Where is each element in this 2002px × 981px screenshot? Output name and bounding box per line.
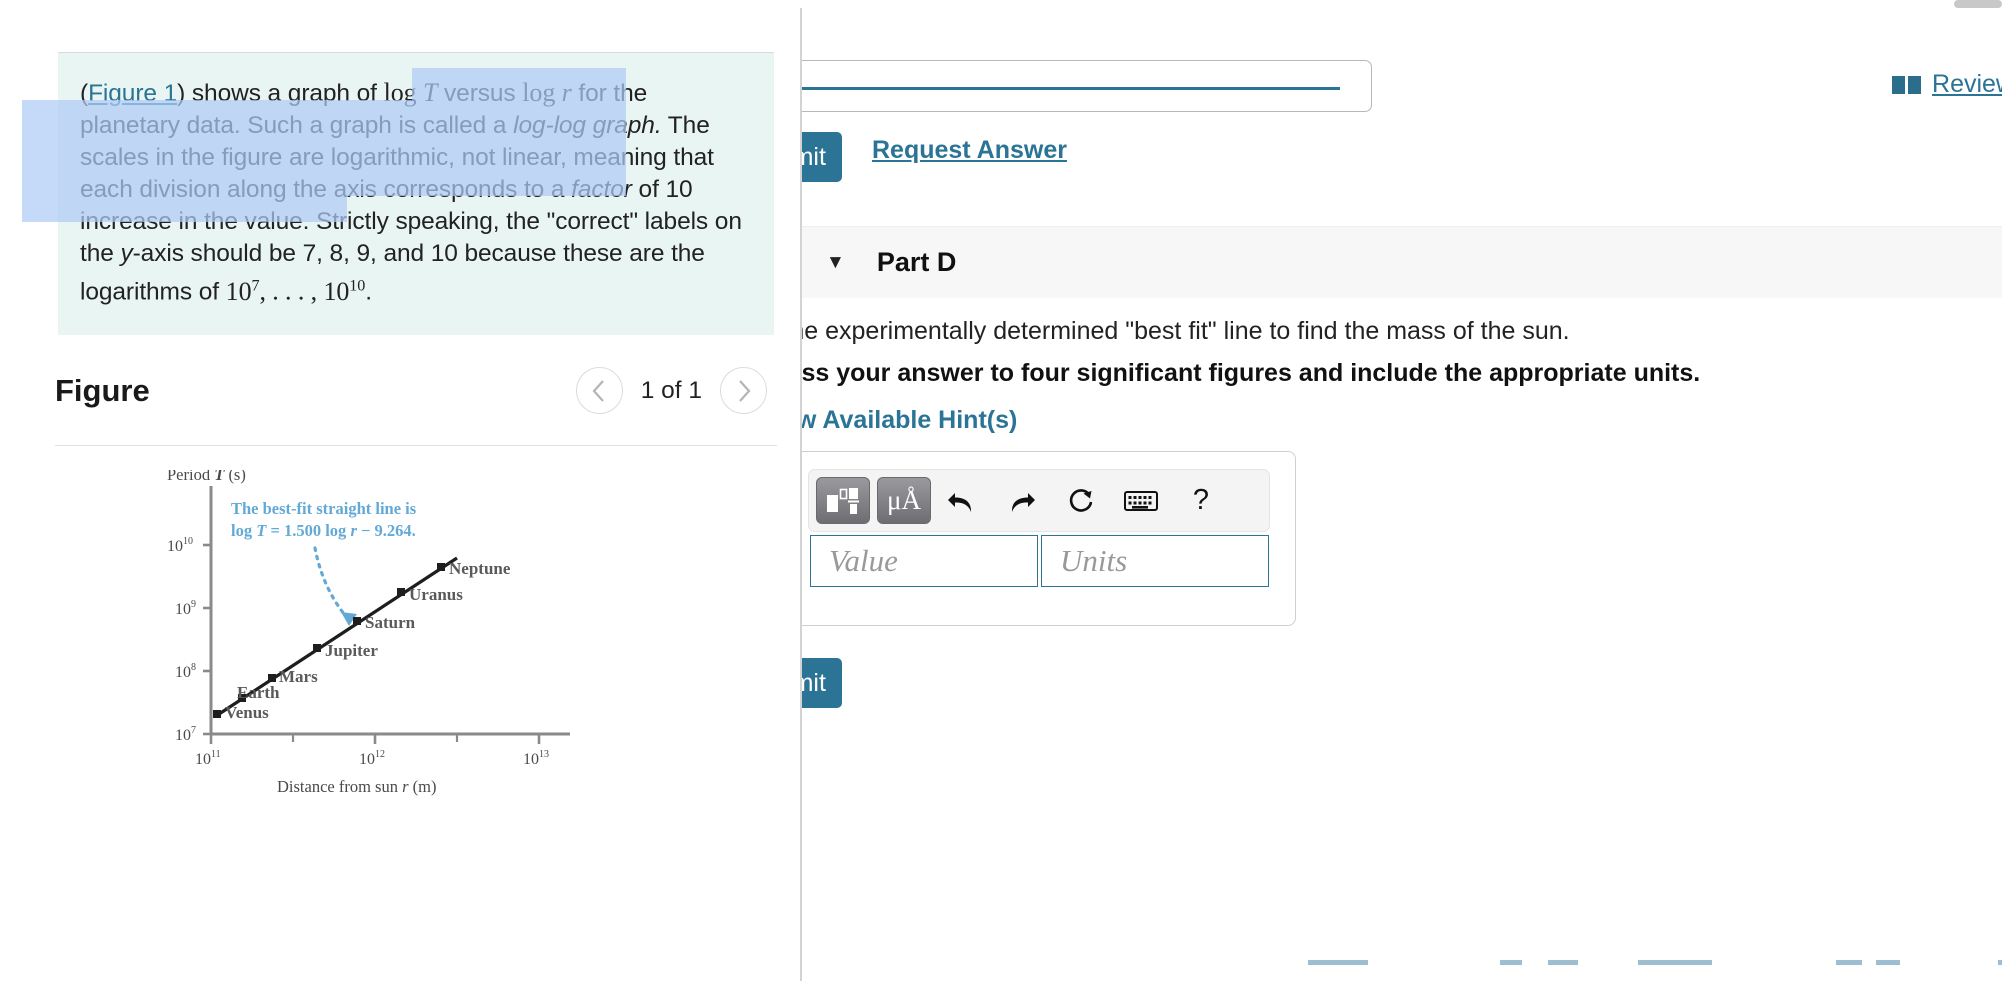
previous-answer-box[interactable] [802, 60, 1372, 112]
undo-icon [947, 492, 971, 512]
annotation-arrow [313, 546, 351, 622]
hint-period: . [365, 278, 372, 306]
figure-page-count: 1 of 1 [640, 376, 702, 404]
part-d-header[interactable]: ▼ Part D [802, 226, 2002, 298]
y-tick-1e7: 107 [175, 725, 196, 744]
label-uranus: Uranus [409, 585, 463, 604]
label-venus: Venus [225, 703, 269, 722]
hint-emphasis-factor: factor [571, 176, 632, 203]
x-tick-1e11: 1011 [195, 749, 221, 768]
y-tick-1e9: 109 [175, 599, 196, 618]
request-answer-link[interactable]: Request Answer [872, 136, 1067, 165]
data-point-mars [268, 674, 276, 682]
log-log-chart: 107 108 109 1010 1011 1012 1013 Period T… [165, 470, 585, 800]
units-button[interactable]: μÅ [877, 477, 931, 524]
data-point-jupiter [313, 644, 321, 652]
chevron-right-icon [739, 379, 751, 402]
reset-button[interactable] [1051, 477, 1111, 524]
paren-open: ( [80, 80, 89, 107]
y-axis-title: Period T (s) [167, 470, 246, 484]
label-mars: Mars [279, 667, 318, 686]
review-label: Review [1932, 70, 2002, 98]
label-neptune: Neptune [449, 559, 511, 578]
units-input[interactable]: Units [1041, 535, 1269, 587]
figure-next-button[interactable] [720, 367, 767, 414]
review-link[interactable]: Review [1892, 70, 2002, 99]
figure-1-link[interactable]: Figure 1 [88, 80, 177, 107]
hint-paragraph: (Figure 1) shows a graph of log T versus… [80, 77, 752, 309]
chevron-left-icon [592, 379, 604, 402]
left-figure-panel: (Figure 1) shows a graph of log T versus… [0, 8, 800, 981]
redo-button[interactable] [991, 477, 1051, 524]
hint-emphasis-y: y [120, 240, 133, 267]
y-tick-1e8: 108 [175, 662, 196, 681]
part-d-instruction: Express your answer to four significant … [802, 359, 1701, 387]
keyboard-button[interactable] [1111, 477, 1171, 524]
chart-svg: 107 108 109 1010 1011 1012 1013 Period T… [167, 470, 570, 796]
fit-annotation-line2: log T = 1.500 log r − 9.264. [231, 521, 416, 540]
label-earth: Earth [237, 683, 280, 702]
math-template-button[interactable] [816, 477, 870, 524]
right-question-panel: Review Submit Request Answer ▼ Part D Us… [802, 8, 2002, 981]
label-saturn: Saturn [365, 613, 416, 632]
submit-button-part-c[interactable]: Submit [802, 132, 842, 182]
part-d-question: Use the experimentally determined "best … [802, 317, 1570, 345]
help-icon: ? [1192, 484, 1210, 516]
figure-prev-button[interactable] [575, 367, 623, 414]
math-ten-seven: 107 [225, 276, 260, 306]
data-point-uranus [397, 588, 405, 596]
redo-icon [1011, 492, 1035, 512]
x-tick-1e13: 1013 [523, 749, 549, 768]
value-placeholder: Value [829, 543, 898, 578]
fit-annotation-line1: The best-fit straight line is [231, 499, 417, 518]
math-ellipsis: , . . . , [259, 276, 324, 306]
hint-emphasis-loglog: log-log graph. [513, 112, 662, 139]
math-template-icon [824, 484, 862, 518]
value-input[interactable]: Value [810, 535, 1038, 587]
math-log-r: log r [522, 78, 572, 107]
help-button[interactable]: ? [1171, 477, 1231, 524]
units-placeholder: Units [1060, 543, 1128, 578]
window-scrollbar[interactable] [0, 0, 2002, 8]
units-icon: μÅ [887, 485, 921, 515]
math-log-t: log T [383, 78, 438, 107]
keyboard-icon [1124, 490, 1158, 511]
answer-toolbar: μÅ ? [808, 469, 1270, 532]
math-ten-ten: 1010 [323, 276, 366, 306]
bottom-cutoff-row [802, 960, 2002, 981]
x-axis-title: Distance from sun r (m) [277, 777, 436, 796]
figure-divider [55, 445, 777, 446]
data-point-saturn [353, 617, 361, 625]
data-point-neptune [437, 563, 445, 571]
data-point-venus [213, 710, 221, 718]
x-tick-1e12: 1012 [359, 749, 385, 768]
hint-versus: versus [437, 80, 523, 107]
book-icon [1892, 75, 1922, 94]
hint-text-5: -axis should be 7, 8, 9, and 10 because … [80, 240, 705, 306]
view-hints-label: View Available Hint(s) [802, 406, 1018, 434]
part-d-title: Part D [876, 247, 957, 277]
reset-icon [1069, 488, 1093, 512]
answer-entry-box: μÅ ? Value Units [802, 451, 1296, 626]
figure-pager: 1 of 1 [575, 367, 767, 414]
scrollbar-thumb[interactable] [1954, 0, 2002, 8]
figure-title: Figure [55, 373, 150, 408]
hint-text-1: ) shows a graph of [177, 80, 384, 107]
caret-down-icon[interactable]: ▼ [826, 253, 845, 272]
undo-button[interactable] [931, 477, 991, 524]
previous-answer-underline [802, 87, 1340, 90]
y-tick-1e10: 1010 [167, 536, 193, 555]
label-jupiter: Jupiter [325, 641, 378, 660]
hint-explanation-box: (Figure 1) shows a graph of log T versus… [58, 52, 774, 335]
submit-button-part-d[interactable]: Submit [802, 658, 842, 708]
view-hints-toggle[interactable]: ▶ View Available Hint(s) [802, 406, 1017, 435]
